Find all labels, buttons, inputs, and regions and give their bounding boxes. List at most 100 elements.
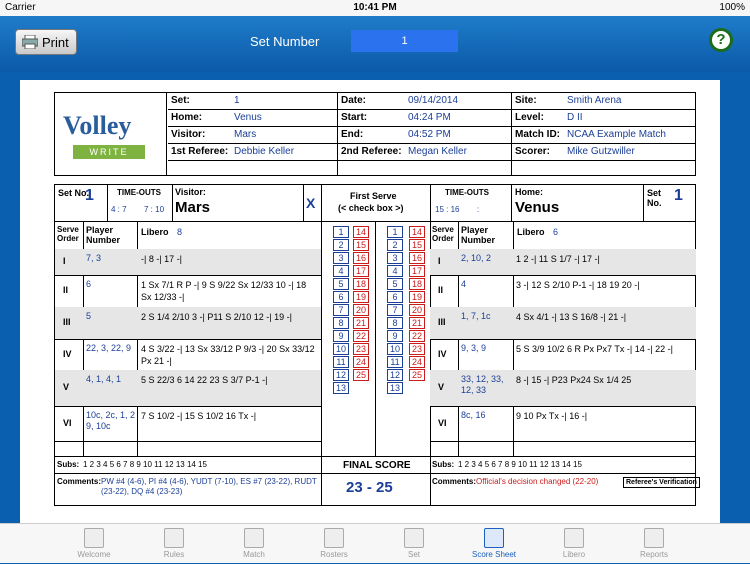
- tab-rules[interactable]: Rules: [134, 524, 214, 564]
- running-score-cell[interactable]: 8: [387, 317, 403, 329]
- right-serve-record[interactable]: 3 -| 12 S 2/10 P-1 -| 18 19 20 -|: [516, 279, 694, 291]
- right-libero-label: Libero: [517, 227, 545, 237]
- running-score-cell[interactable]: 11: [387, 356, 403, 368]
- running-score-cell[interactable]: 18: [353, 278, 369, 290]
- first-serve-check-label: (< check box >): [338, 203, 404, 213]
- running-score-cell[interactable]: 15: [353, 239, 369, 251]
- running-score-cell[interactable]: 2: [387, 239, 403, 251]
- running-score-cell[interactable]: 9: [387, 330, 403, 342]
- running-score-cell[interactable]: 11: [333, 356, 349, 368]
- running-score-cell[interactable]: 7: [333, 304, 349, 316]
- left-player-numbers[interactable]: 5: [86, 311, 136, 322]
- running-score-cell[interactable]: 18: [409, 278, 425, 290]
- left-player-numbers[interactable]: 4, 1, 4, 1: [86, 374, 136, 385]
- running-score-cell[interactable]: 16: [353, 252, 369, 264]
- right-player-numbers[interactable]: 8c, 16: [461, 410, 511, 421]
- running-score-cell[interactable]: 1: [387, 226, 403, 238]
- tab-reports[interactable]: Reports: [614, 524, 694, 564]
- left-serve-record[interactable]: 5 S 22/3 6 14 22 23 S 3/7 P-1 -|: [141, 374, 319, 386]
- running-score-cell[interactable]: 16: [409, 252, 425, 264]
- running-score-cell[interactable]: 4: [333, 265, 349, 277]
- running-score-cell[interactable]: 20: [353, 304, 369, 316]
- running-score-cell[interactable]: 3: [333, 252, 349, 264]
- running-score-cell[interactable]: 24: [409, 356, 425, 368]
- running-score-cell[interactable]: 22: [353, 330, 369, 342]
- running-score-cell[interactable]: 21: [409, 317, 425, 329]
- running-score-cell[interactable]: 13: [387, 382, 403, 394]
- set-number-field[interactable]: 1: [351, 30, 458, 52]
- running-score-cell[interactable]: 25: [353, 369, 369, 381]
- left-player-numbers[interactable]: 7, 3: [86, 253, 136, 264]
- tab-label: Libero: [562, 550, 586, 559]
- left-serve-record[interactable]: 1 Sx 7/1 R P -| 9 S 9/22 Sx 12/33 10 -| …: [141, 279, 319, 303]
- running-score-cell[interactable]: 12: [387, 369, 403, 381]
- set-icon: [404, 528, 424, 548]
- right-comments: Official's decision changed (22-20): [476, 477, 599, 486]
- running-score-cell[interactable]: 23: [409, 343, 425, 355]
- left-first-serve-check[interactable]: X: [306, 195, 315, 211]
- running-score-cell[interactable]: 19: [409, 291, 425, 303]
- running-score-cell[interactable]: 22: [409, 330, 425, 342]
- running-score-cell[interactable]: 14: [353, 226, 369, 238]
- running-score-cell[interactable]: 2: [333, 239, 349, 251]
- running-score-cell[interactable]: 17: [353, 265, 369, 277]
- tab-match[interactable]: Match: [214, 524, 294, 564]
- tab-label: Match: [243, 550, 265, 559]
- running-score-cell[interactable]: 4: [387, 265, 403, 277]
- left-serve-record[interactable]: 7 S 10/2 -| 15 S 10/2 16 Tx -|: [141, 410, 319, 422]
- running-score-cell[interactable]: 25: [409, 369, 425, 381]
- tab-libero[interactable]: Libero: [534, 524, 614, 564]
- running-score-cell[interactable]: 15: [409, 239, 425, 251]
- right-player-number-label: Player Number: [461, 225, 496, 245]
- left-serve-record[interactable]: 4 S 3/22 -| 13 Sx 33/12 P 9/3 -| 20 Sx 3…: [141, 343, 319, 367]
- left-comments-label: Comments:: [57, 477, 102, 486]
- referee-verification-box[interactable]: Referee's Verification: [623, 477, 700, 488]
- running-score-cell[interactable]: 19: [353, 291, 369, 303]
- running-score-cell[interactable]: 10: [333, 343, 349, 355]
- running-score-cell[interactable]: 7: [387, 304, 403, 316]
- left-player-numbers[interactable]: 6: [86, 279, 136, 290]
- tab-welcome[interactable]: Welcome: [54, 524, 134, 564]
- tab-bar: Welcome Rules Match Rosters Set Score Sheet Li…: [0, 523, 750, 563]
- right-serve-record[interactable]: 9 10 Px Tx -| 16 -|: [516, 410, 694, 422]
- right-serve-record[interactable]: 8 -| 15 -| P23 Px24 Sx 1/4 25: [516, 374, 694, 386]
- left-player-numbers[interactable]: 22, 3, 22, 9: [86, 343, 136, 354]
- running-score-cell[interactable]: 20: [409, 304, 425, 316]
- running-score-cell[interactable]: 13: [333, 382, 349, 394]
- running-score-cell[interactable]: 10: [387, 343, 403, 355]
- running-score-cell[interactable]: 6: [333, 291, 349, 303]
- right-player-numbers[interactable]: 1, 7, 1c: [461, 311, 511, 322]
- running-score-cell[interactable]: 12: [333, 369, 349, 381]
- right-player-numbers[interactable]: 2, 10, 2: [461, 253, 511, 264]
- left-player-numbers[interactable]: 10c, 2c, 1, 2 9, 10c: [86, 410, 136, 432]
- running-score-cell[interactable]: 14: [409, 226, 425, 238]
- tab-score-sheet[interactable]: Score Sheet: [454, 524, 534, 564]
- running-score-cell[interactable]: 8: [333, 317, 349, 329]
- left-timeouts-label: TIME-OUTS: [117, 188, 161, 197]
- running-score-cell[interactable]: 21: [353, 317, 369, 329]
- running-score-cell[interactable]: 5: [387, 278, 403, 290]
- tab-rosters[interactable]: Rosters: [294, 524, 374, 564]
- running-score-cell[interactable]: 23: [353, 343, 369, 355]
- running-score-cell[interactable]: 24: [353, 356, 369, 368]
- right-serve-record[interactable]: 4 Sx 4/1 -| 13 S 16/8 -| 21 -|: [516, 311, 694, 323]
- right-player-numbers[interactable]: 4: [461, 279, 511, 290]
- right-serve-record[interactable]: 1 2 -| 11 S 1/7 -| 17 -|: [516, 253, 694, 265]
- set-number-label: Set Number: [250, 34, 320, 49]
- right-player-numbers[interactable]: 9, 3, 9: [461, 343, 511, 354]
- tab-set[interactable]: Set: [374, 524, 454, 564]
- running-score-cell[interactable]: 9: [333, 330, 349, 342]
- left-serve-record[interactable]: -| 8 -| 17 -|: [141, 253, 319, 265]
- running-score-cell[interactable]: 1: [333, 226, 349, 238]
- right-comments-label: Comments:: [432, 477, 477, 486]
- right-player-numbers[interactable]: 33, 12, 33, 12, 33: [461, 374, 511, 396]
- print-button[interactable]: Print: [15, 29, 77, 55]
- running-score-cell[interactable]: 6: [387, 291, 403, 303]
- right-serve-record[interactable]: 5 S 3/9 10/2 6 R Px Px7 Tx -| 14 -| 22 -…: [516, 343, 694, 355]
- left-serve-order: V: [63, 382, 70, 392]
- running-score-cell[interactable]: 17: [409, 265, 425, 277]
- running-score-cell[interactable]: 3: [387, 252, 403, 264]
- help-icon[interactable]: ?: [709, 28, 733, 52]
- left-serve-record[interactable]: 2 S 1/4 2/10 3 -| P11 S 2/10 12 -| 19 -|: [141, 311, 319, 323]
- running-score-cell[interactable]: 5: [333, 278, 349, 290]
